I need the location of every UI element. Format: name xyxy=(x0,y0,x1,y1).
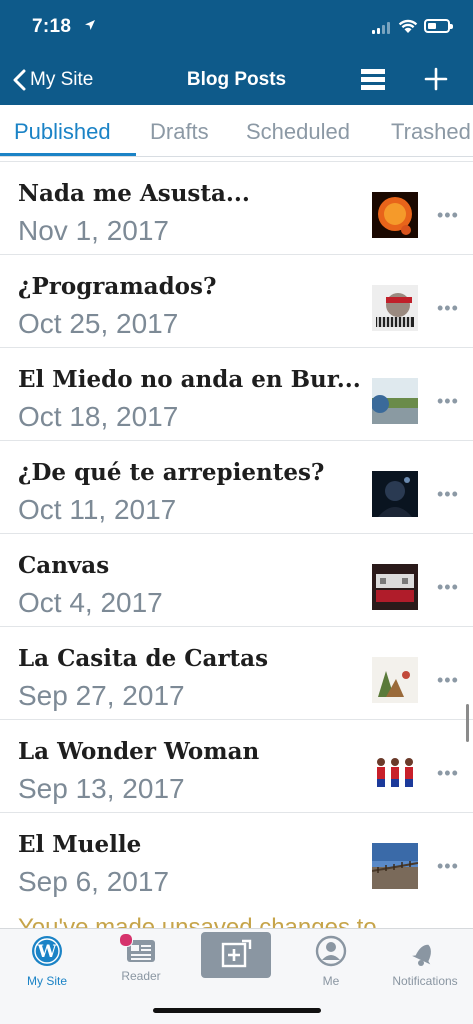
post-thumbnail xyxy=(372,750,418,796)
active-tab-indicator xyxy=(0,153,136,156)
list-view-icon[interactable] xyxy=(361,69,385,91)
post-date: Sep 27, 2017 xyxy=(18,680,185,711)
post-row[interactable]: El Miedo no anda en Bur... Oct 18, 2017 … xyxy=(0,347,473,440)
post-thumbnail xyxy=(372,843,418,889)
post-row[interactable]: ¿Programados? Oct 25, 2017 ••• xyxy=(0,254,473,347)
post-list: Nada me Asusta... Nov 1, 2017 ••• ¿Progr… xyxy=(0,161,473,929)
tab-notifications[interactable]: Notifications xyxy=(386,929,464,988)
post-thumbnail xyxy=(372,471,418,517)
post-date: Sep 13, 2017 xyxy=(18,773,185,804)
tab-trashed[interactable]: Trashed xyxy=(391,119,471,145)
add-post-icon[interactable] xyxy=(424,67,448,91)
wordpress-icon: W xyxy=(32,936,62,966)
post-thumbnail xyxy=(372,192,418,238)
post-row[interactable]: La Wonder Woman Sep 13, 2017 ••• xyxy=(0,719,473,812)
post-date: Nov 1, 2017 xyxy=(18,215,169,246)
more-options-icon[interactable]: ••• xyxy=(437,391,459,412)
tab-label: Reader xyxy=(121,969,161,983)
post-date: Oct 4, 2017 xyxy=(18,587,163,618)
more-options-icon[interactable]: ••• xyxy=(437,205,459,226)
svg-text:W: W xyxy=(36,942,57,962)
post-date: Oct 25, 2017 xyxy=(18,308,179,339)
post-thumbnail xyxy=(372,564,418,610)
post-thumbnail xyxy=(372,378,418,424)
tab-label: My Site xyxy=(26,974,67,988)
post-title: Canvas xyxy=(18,552,110,579)
me-icon xyxy=(315,935,347,967)
post-thumbnail xyxy=(372,285,418,331)
more-options-icon[interactable]: ••• xyxy=(437,670,459,691)
location-arrow-icon xyxy=(85,20,95,30)
post-row[interactable]: ¿De qué te arrepientes? Oct 11, 2017 ••• xyxy=(0,440,473,533)
post-title: El Miedo no anda en Bur... xyxy=(18,366,361,393)
scroll-indicator[interactable] xyxy=(466,704,469,742)
notifications-bell-icon xyxy=(412,944,431,966)
post-title: ¿Programados? xyxy=(18,273,217,300)
tab-me[interactable]: Me xyxy=(298,929,364,988)
post-row[interactable]: Canvas Oct 4, 2017 ••• xyxy=(0,533,473,626)
new-post-icon xyxy=(221,939,252,968)
new-post-button[interactable] xyxy=(201,932,271,978)
post-row[interactable]: El Muelle Sep 6, 2017 ••• xyxy=(0,812,473,905)
post-title: ¿De qué te arrepientes? xyxy=(18,459,325,486)
tab-scheduled[interactable]: Scheduled xyxy=(246,119,350,145)
more-options-icon[interactable]: ••• xyxy=(437,856,459,877)
unread-dot xyxy=(119,933,133,947)
tab-my-site[interactable]: W My Site xyxy=(14,929,80,988)
post-row[interactable]: Nada me Asusta... Nov 1, 2017 ••• xyxy=(0,161,473,254)
post-status-tabs: Published Drafts Scheduled Trashed xyxy=(0,105,473,157)
post-title: La Wonder Woman xyxy=(18,738,260,765)
more-options-icon[interactable]: ••• xyxy=(437,577,459,598)
tab-published[interactable]: Published xyxy=(14,119,111,145)
post-thumbnail xyxy=(372,657,418,703)
post-row[interactable]: La Casita de Cartas Sep 27, 2017 ••• xyxy=(0,626,473,719)
tab-label: Notifications xyxy=(392,974,458,988)
post-title: El Muelle xyxy=(18,831,142,858)
post-title: La Casita de Cartas xyxy=(18,645,269,672)
battery-icon xyxy=(424,19,453,33)
status-time: 7:18 xyxy=(32,16,72,37)
post-title: Nada me Asusta... xyxy=(18,180,250,207)
status-bar: 7:18 xyxy=(0,0,473,56)
tab-reader[interactable]: Reader xyxy=(108,929,174,983)
tab-new-post[interactable] xyxy=(201,929,271,978)
more-options-icon[interactable]: ••• xyxy=(437,484,459,505)
cellular-signal-icon xyxy=(372,22,390,34)
post-date: Sep 6, 2017 xyxy=(18,866,170,897)
page-title: Blog Posts xyxy=(186,69,287,90)
tab-label: Me xyxy=(322,974,340,988)
post-date: Oct 11, 2017 xyxy=(18,494,177,525)
tab-drafts[interactable]: Drafts xyxy=(150,119,209,145)
post-date: Oct 18, 2017 xyxy=(18,401,179,432)
wifi-icon xyxy=(398,19,418,33)
navigation-bar: My Site Blog Posts xyxy=(0,56,473,105)
more-options-icon[interactable]: ••• xyxy=(437,298,459,319)
more-options-icon[interactable]: ••• xyxy=(437,763,459,784)
home-indicator xyxy=(153,1008,321,1013)
